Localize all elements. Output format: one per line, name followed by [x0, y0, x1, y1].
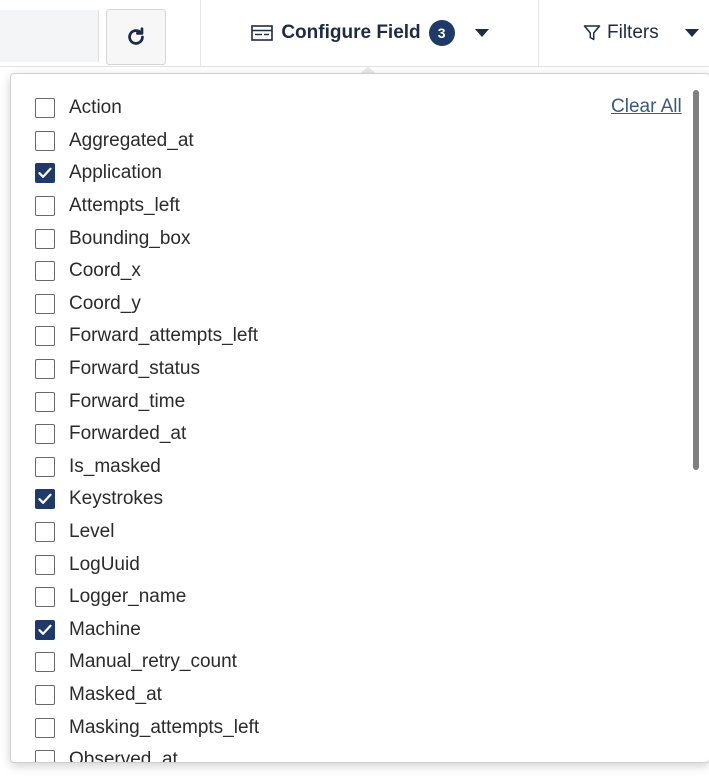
field-checkbox[interactable] [35, 587, 55, 608]
field-label: Manual_retry_count [69, 651, 237, 673]
checkmark-icon [38, 168, 52, 179]
field-option[interactable]: Action [35, 92, 595, 125]
field-option[interactable]: Masked_at [35, 679, 595, 712]
field-label: Keystrokes [69, 488, 163, 510]
field-label: Masking_attempts_left [69, 716, 260, 738]
field-option[interactable]: Keystrokes [35, 483, 595, 516]
toolbar-divider [200, 0, 201, 66]
field-option[interactable]: Forward_time [35, 385, 595, 418]
filter-icon [583, 25, 601, 41]
field-checkbox[interactable] [35, 359, 55, 380]
chevron-down-icon [684, 29, 699, 37]
field-checkbox[interactable] [35, 196, 55, 217]
field-option[interactable]: Observed_at [35, 744, 595, 763]
filters-button[interactable]: Filters [575, 0, 709, 66]
field-label: Is_masked [69, 455, 161, 477]
field-checkbox[interactable] [35, 228, 55, 249]
field-option[interactable]: Forward_attempts_left [35, 320, 595, 353]
checkmark-icon [38, 624, 52, 635]
field-checkbox[interactable] [35, 326, 55, 347]
field-label: Coord_y [69, 292, 141, 314]
field-checkbox[interactable] [35, 130, 55, 151]
field-option[interactable]: Logger_name [35, 581, 595, 614]
field-label: Application [69, 162, 162, 184]
columns-icon [251, 25, 274, 41]
field-option[interactable]: Aggregated_at [35, 125, 595, 158]
field-checkbox[interactable] [35, 424, 55, 445]
field-label: Masked_at [69, 683, 162, 705]
configure-field-dropdown: Clear All Action Aggregated_at Application… [10, 73, 709, 763]
toolbar-divider [538, 0, 539, 66]
field-checkbox[interactable] [35, 98, 55, 119]
field-label: Forward_attempts_left [69, 325, 259, 347]
field-checkbox[interactable] [35, 489, 55, 510]
scrollbar-thumb[interactable] [693, 90, 699, 470]
field-label: Logger_name [69, 586, 187, 608]
field-checkbox[interactable] [35, 717, 55, 738]
field-label: Observed_at [69, 749, 178, 763]
field-option[interactable]: Coord_x [35, 255, 595, 288]
field-option[interactable]: Attempts_left [35, 190, 595, 223]
field-option[interactable]: Is_masked [35, 451, 595, 484]
selected-count-badge: 3 [428, 20, 455, 46]
field-label: Forward_time [69, 390, 186, 412]
field-option[interactable]: Manual_retry_count [35, 646, 595, 679]
field-label: Forward_status [69, 358, 200, 380]
field-list: Action Aggregated_at Application Attempts_l… [35, 92, 595, 763]
field-checkbox[interactable] [35, 293, 55, 314]
field-label: Action [69, 97, 122, 119]
field-option[interactable]: Coord_y [35, 288, 595, 321]
clear-all-link[interactable]: Clear All [611, 96, 682, 118]
field-checkbox[interactable] [35, 522, 55, 543]
field-option[interactable]: Forward_status [35, 353, 595, 386]
field-label: Forwarded_at [69, 423, 187, 445]
field-label: Coord_x [69, 260, 141, 282]
field-checkbox[interactable] [35, 554, 55, 575]
field-checkbox[interactable] [35, 391, 55, 412]
field-label: Bounding_box [69, 227, 191, 249]
field-checkbox[interactable] [35, 619, 55, 640]
field-label: Attempts_left [69, 195, 180, 217]
refresh-icon [128, 27, 144, 45]
field-checkbox[interactable] [35, 163, 55, 184]
field-option[interactable]: Level [35, 516, 595, 549]
field-checkbox[interactable] [35, 261, 55, 282]
field-option[interactable]: LogUuid [35, 548, 595, 581]
field-option[interactable]: Bounding_box [35, 222, 595, 255]
toolbar-left-area [0, 10, 99, 62]
field-option[interactable]: Application [35, 157, 595, 190]
chevron-down-icon [474, 29, 489, 37]
field-label: Level [69, 521, 115, 543]
field-label: Aggregated_at [69, 129, 194, 151]
field-label: LogUuid [69, 553, 140, 575]
checkmark-icon [38, 494, 52, 505]
field-option[interactable]: Masking_attempts_left [35, 711, 595, 744]
filters-label: Filters [607, 22, 659, 43]
field-option[interactable]: Machine [35, 614, 595, 647]
field-label: Machine [69, 618, 141, 640]
field-checkbox[interactable] [35, 652, 55, 673]
toolbar: Configure Field 3 Filters [0, 0, 709, 67]
refresh-button[interactable] [106, 9, 166, 65]
configure-field-button[interactable]: Configure Field 3 [203, 0, 537, 66]
field-checkbox[interactable] [35, 750, 55, 762]
field-checkbox[interactable] [35, 456, 55, 477]
field-checkbox[interactable] [35, 684, 55, 705]
field-option[interactable]: Forwarded_at [35, 418, 595, 451]
configure-field-label: Configure Field [281, 22, 421, 43]
